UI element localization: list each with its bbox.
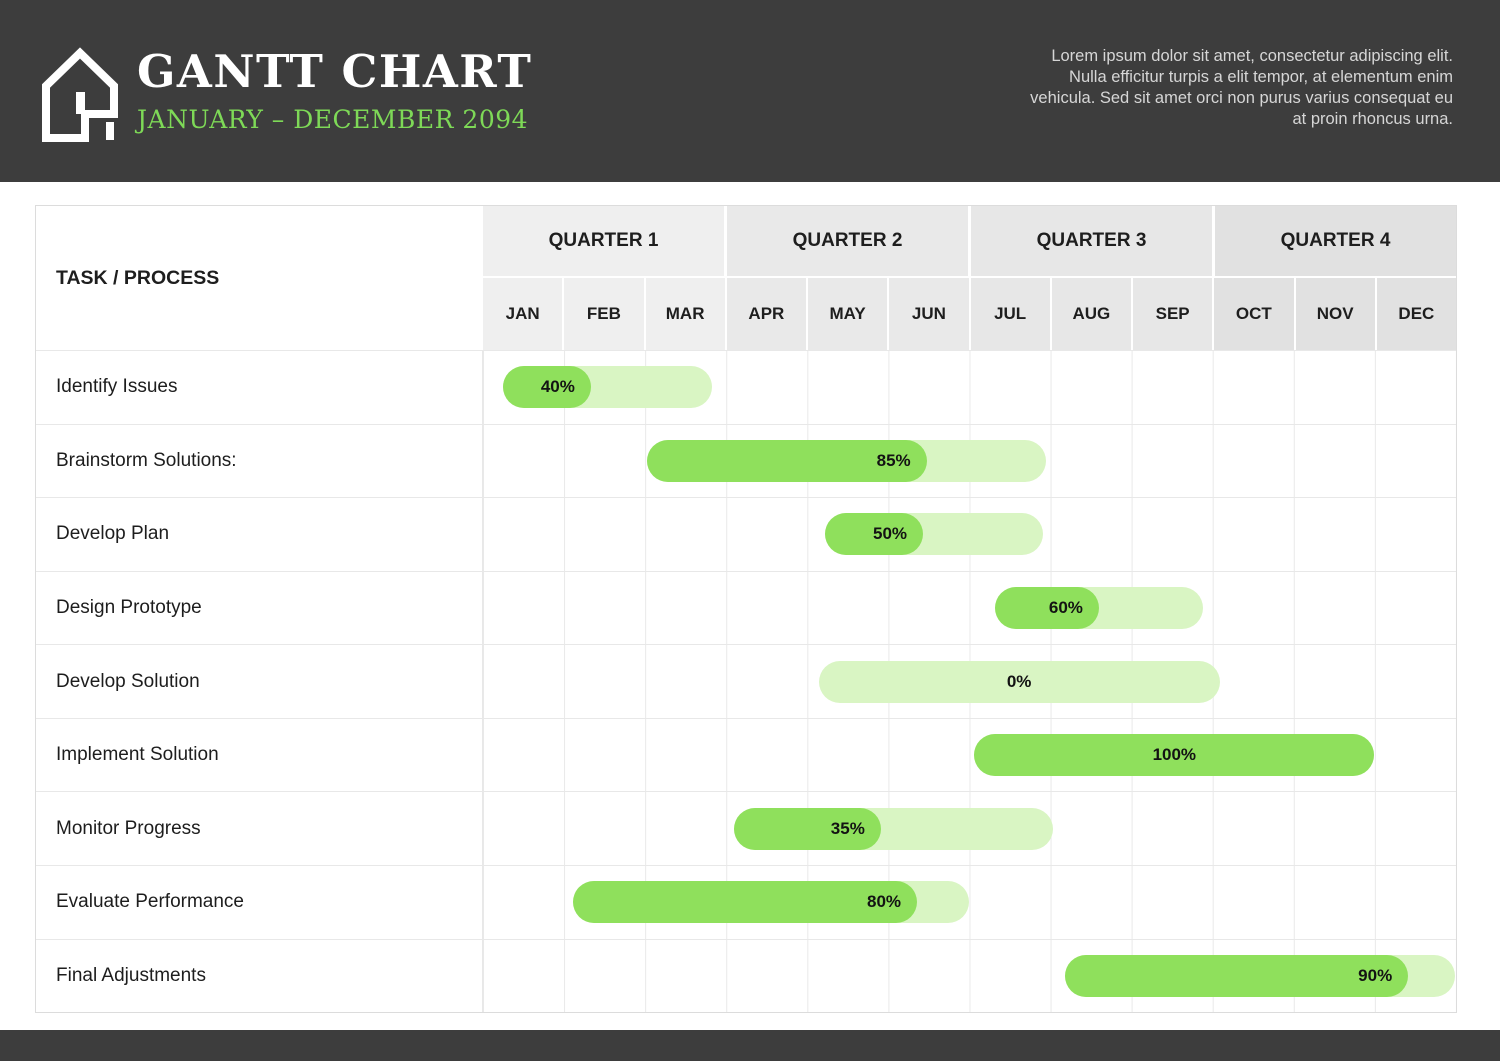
- date-range-subtitle: JANUARY – DECEMBER 2094: [137, 105, 532, 134]
- month-header-aug: AUG: [1050, 278, 1131, 350]
- calendar-header: QUARTER 1QUARTER 2QUARTER 3QUARTER 4 JAN…: [483, 206, 1456, 350]
- task-label: Identify Issues: [36, 351, 483, 424]
- gantt-bar-track: 35%: [734, 808, 1053, 850]
- quarter-row: QUARTER 1QUARTER 2QUARTER 3QUARTER 4: [483, 206, 1456, 278]
- quarter-header-2: QUARTER 2: [724, 206, 968, 276]
- progress-label: 100%: [974, 734, 1374, 776]
- task-row: Implement Solution 100%: [36, 719, 1456, 793]
- month-header-feb: FEB: [562, 278, 643, 350]
- gantt-table: TASK / PROCESS QUARTER 1QUARTER 2QUARTER…: [35, 205, 1457, 1013]
- progress-label: 80%: [867, 892, 901, 912]
- progress-label: 60%: [1049, 598, 1083, 618]
- task-row: Develop Solution 0%: [36, 645, 1456, 719]
- quarter-header-1: QUARTER 1: [483, 206, 724, 276]
- header-description: Lorem ipsum dolor sit amet, consectetur …: [1025, 46, 1453, 130]
- gantt-cell: 40%: [483, 351, 1456, 424]
- task-row: Design Prototype 60%: [36, 572, 1456, 646]
- gantt-bar-fill: 85%: [647, 440, 926, 482]
- gantt-cell: 80%: [483, 866, 1456, 939]
- quarter-header-3: QUARTER 3: [968, 206, 1212, 276]
- task-label: Develop Solution: [36, 645, 483, 718]
- gantt-bar-track: 100%: [974, 734, 1374, 776]
- progress-label: 85%: [877, 451, 911, 471]
- progress-label: 0%: [819, 661, 1220, 703]
- task-label: Final Adjustments: [36, 940, 483, 1013]
- page: GANTT CHART JANUARY – DECEMBER 2094 Lore…: [0, 0, 1500, 1061]
- gantt-bar-track: 40%: [503, 366, 711, 408]
- task-label: Evaluate Performance: [36, 866, 483, 939]
- task-label: Implement Solution: [36, 719, 483, 792]
- footer-bar: [0, 1030, 1500, 1061]
- header: GANTT CHART JANUARY – DECEMBER 2094 Lore…: [0, 0, 1500, 182]
- gantt-cell: 90%: [483, 940, 1456, 1013]
- task-label: Develop Plan: [36, 498, 483, 571]
- title-block: GANTT CHART JANUARY – DECEMBER 2094: [137, 48, 532, 134]
- gantt-bar-fill: 80%: [573, 881, 918, 923]
- task-row: Brainstorm Solutions: 85%: [36, 425, 1456, 499]
- gantt-bar-fill: 90%: [1065, 955, 1408, 997]
- month-row: JANFEBMARAPRMAYJUNJULAUGSEPOCTNOVDEC: [483, 278, 1456, 350]
- gantt-cell: 50%: [483, 498, 1456, 571]
- gantt-cell: 85%: [483, 425, 1456, 498]
- gantt-bar-track: 85%: [647, 440, 1046, 482]
- task-row: Develop Plan 50%: [36, 498, 1456, 572]
- gantt-cell: 100%: [483, 719, 1456, 792]
- task-row: Identify Issues 40%: [36, 351, 1456, 425]
- task-row: Evaluate Performance 80%: [36, 866, 1456, 940]
- task-process-header: TASK / PROCESS: [36, 206, 483, 350]
- month-header-apr: APR: [725, 278, 806, 350]
- gantt-bar-fill: 50%: [825, 513, 924, 555]
- progress-label: 40%: [541, 377, 575, 397]
- quarter-header-4: QUARTER 4: [1212, 206, 1456, 276]
- gantt-bar-track: 90%: [1065, 955, 1455, 997]
- month-header-nov: NOV: [1294, 278, 1375, 350]
- gantt-bar-track: 50%: [825, 513, 1044, 555]
- task-label: Monitor Progress: [36, 792, 483, 865]
- table-header: TASK / PROCESS QUARTER 1QUARTER 2QUARTER…: [36, 206, 1456, 351]
- month-header-jun: JUN: [887, 278, 968, 350]
- gantt-cell: 0%: [483, 645, 1456, 718]
- gantt-bar-track: 80%: [573, 881, 969, 923]
- task-row: Monitor Progress 35%: [36, 792, 1456, 866]
- month-header-dec: DEC: [1375, 278, 1456, 350]
- gantt-bar-fill: 60%: [995, 587, 1099, 629]
- gantt-bar-track: 0%: [819, 661, 1220, 703]
- page-title: GANTT CHART: [137, 48, 532, 95]
- gantt-cell: 35%: [483, 792, 1456, 865]
- month-header-oct: OCT: [1212, 278, 1293, 350]
- task-label: Brainstorm Solutions:: [36, 425, 483, 498]
- gantt-bar-fill: 35%: [734, 808, 881, 850]
- month-header-jan: JAN: [483, 278, 562, 350]
- gantt-cell: 60%: [483, 572, 1456, 645]
- house-icon: [38, 40, 122, 142]
- month-header-jul: JUL: [969, 278, 1050, 350]
- month-header-mar: MAR: [644, 278, 725, 350]
- gantt-bar-fill: 40%: [503, 366, 590, 408]
- progress-label: 90%: [1358, 966, 1392, 986]
- gantt-rows: Identify Issues 40% Brainstorm Solutions: 8…: [36, 351, 1456, 1012]
- task-label: Design Prototype: [36, 572, 483, 645]
- task-row: Final Adjustments 90%: [36, 940, 1456, 1013]
- month-header-may: MAY: [806, 278, 887, 350]
- month-header-sep: SEP: [1131, 278, 1212, 350]
- gantt-bar-track: 60%: [995, 587, 1203, 629]
- progress-label: 50%: [873, 524, 907, 544]
- progress-label: 35%: [831, 819, 865, 839]
